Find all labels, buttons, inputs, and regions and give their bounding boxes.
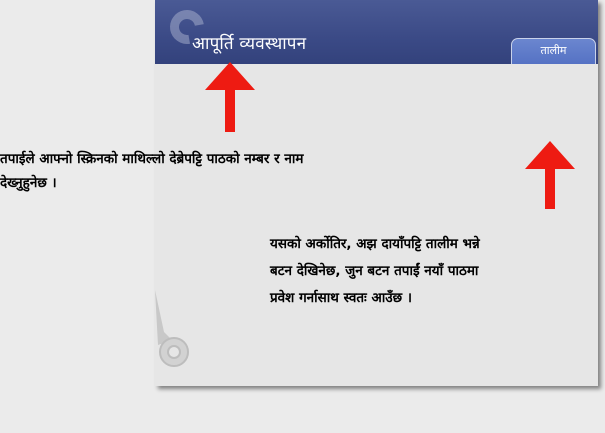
lesson-number-note: तपाईले आफ्नो स्क्रिनको माथिल्लो देब्रेपट… bbox=[0, 147, 440, 195]
up-arrow-icon bbox=[525, 141, 575, 209]
lesson-title: आपूर्ति व्यवस्थापन bbox=[192, 34, 307, 54]
note-line: तपाईले आफ्नो स्क्रिनको माथिल्लो देब्रेपट… bbox=[0, 151, 304, 167]
note-line: यसको अर्कोतिर, अझ दायाँपट्टि तालीम भन्ने bbox=[270, 236, 480, 252]
up-arrow-icon bbox=[205, 62, 255, 132]
note-line: प्रवेश गर्नासाथ स्वतः आउँछ । bbox=[270, 290, 412, 306]
note-line: देख्नुहुनेछ । bbox=[0, 175, 57, 191]
gear-decoration-icon bbox=[155, 290, 189, 367]
training-button[interactable]: तालीम bbox=[511, 38, 596, 64]
note-line: बटन देखिनेछ, जुन बटन तपाईं नयाँ पाठमा bbox=[270, 263, 479, 279]
training-button-note: यसको अर्कोतिर, अझ दायाँपट्टि तालीम भन्ने… bbox=[270, 231, 580, 312]
